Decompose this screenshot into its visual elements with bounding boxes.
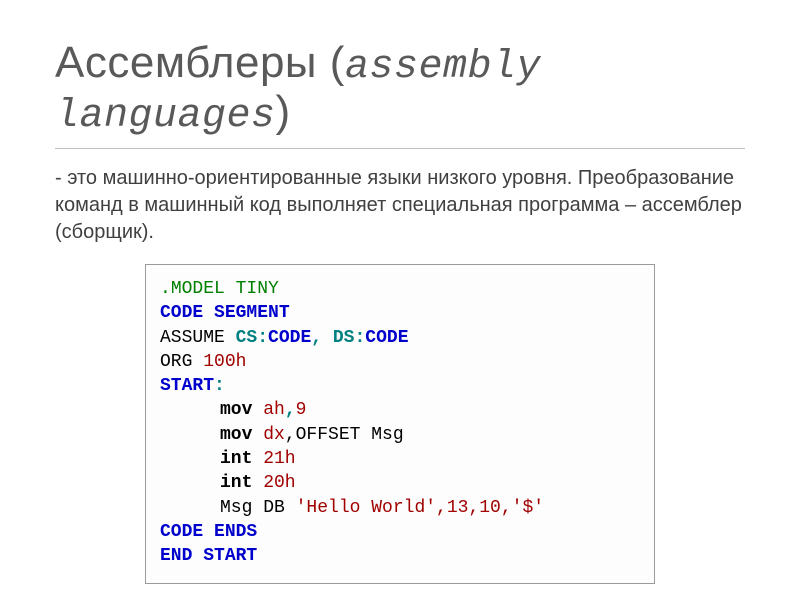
code-start-colon: :	[214, 376, 225, 396]
code-ends: ENDS	[203, 522, 257, 542]
code-hello: 'Hello World',13,10,'$'	[296, 498, 544, 518]
code-end: END	[160, 546, 203, 566]
code-mov2: mov	[220, 425, 252, 445]
code-dx: dx	[252, 425, 284, 445]
code-org: ORG	[160, 352, 203, 372]
code-colon2: :	[354, 328, 365, 348]
code-start: START	[160, 376, 214, 396]
code-code1: CODE	[268, 328, 311, 348]
body-paragraph: - это машинно-ориентированные языки низк…	[55, 165, 745, 246]
code-block: .MODEL TINY CODE SEGMENT ASSUME CS:CODE,…	[145, 264, 655, 584]
code-mov1: mov	[220, 400, 252, 420]
code-comma1: ,	[285, 400, 296, 420]
code-msgdb: Msg DB	[220, 498, 296, 518]
code-9: 9	[296, 400, 307, 420]
code-21h: 21h	[252, 449, 295, 469]
code-start2: START	[203, 546, 257, 566]
code-cs: CS	[236, 328, 258, 348]
code-code-end: CODE	[160, 522, 203, 542]
slide: Ассемблеры (assembly languages) - это ма…	[0, 0, 800, 600]
code-code-kw: CODE	[160, 303, 203, 323]
code-int1: int	[220, 449, 252, 469]
code-comma: ,	[311, 328, 333, 348]
code-100h: 100h	[203, 352, 246, 372]
title-main: Ассемблеры	[55, 38, 317, 87]
title-paren-close: )	[276, 87, 291, 136]
code-20h: 20h	[252, 473, 295, 493]
code-offset: ,OFFSET Msg	[285, 425, 404, 445]
title-paren-open: (	[317, 38, 345, 87]
code-code2: CODE	[365, 328, 408, 348]
code-segment-kw: SEGMENT	[203, 303, 289, 323]
slide-title: Ассемблеры (assembly languages)	[55, 40, 745, 138]
code-dot: .	[160, 279, 171, 299]
code-int2: int	[220, 473, 252, 493]
code-ah: ah	[252, 400, 284, 420]
title-block: Ассемблеры (assembly languages)	[55, 40, 745, 149]
code-colon1: :	[257, 328, 268, 348]
code-ds: DS	[333, 328, 355, 348]
code-assume: ASSUME	[160, 328, 236, 348]
code-model: MODEL TINY	[171, 279, 279, 299]
